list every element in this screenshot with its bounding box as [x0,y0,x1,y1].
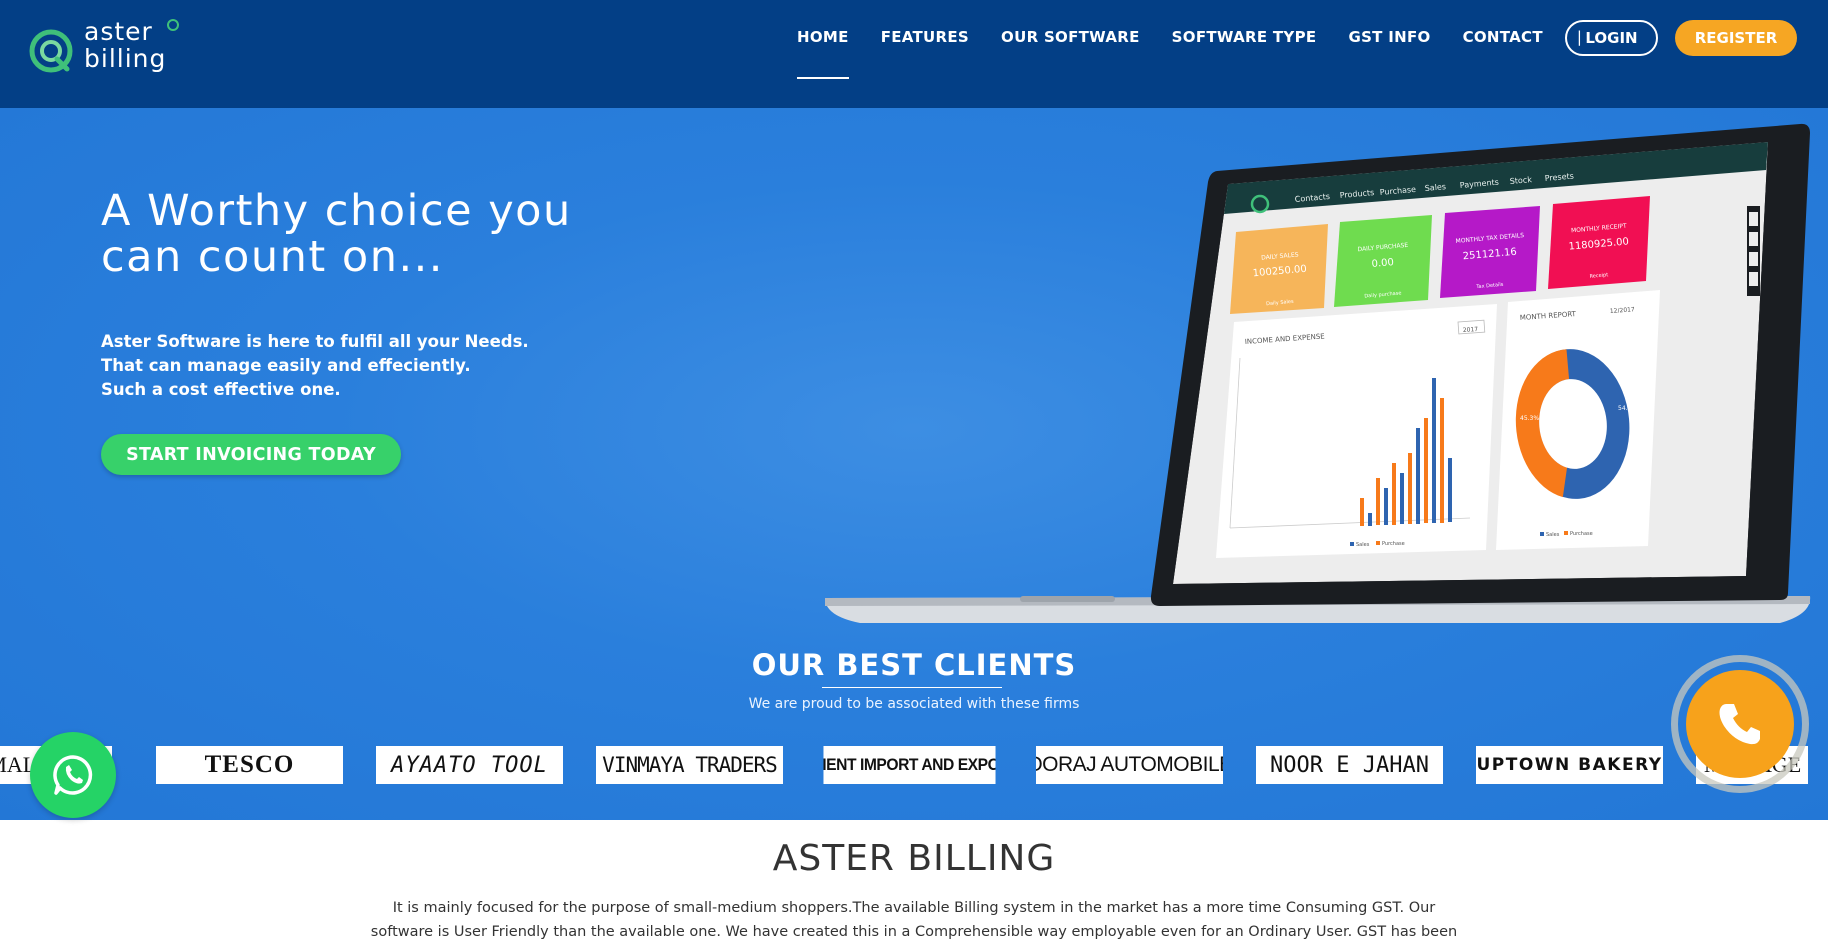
logo-dot-icon [167,19,179,31]
hero-title: A Worthy choice you can count on... [101,186,572,282]
bar-panel-year: 2017 [1463,326,1479,334]
client-logo[interactable]: TESCO [156,746,343,784]
nav-gst-info[interactable]: GST INFO [1348,28,1430,46]
bar-legend-label: Purchase [1382,541,1405,547]
clients-title-underline [822,687,1002,688]
nav-contact[interactable]: CONTACT [1463,28,1543,46]
dashboard-menu-item: Sales [1424,182,1446,193]
hero-description: Aster Software is here to fulfil all you… [101,330,529,402]
logo-mark-icon [29,29,73,73]
clients-subtitle: We are proud to be associated with these… [748,696,1080,712]
client-logo[interactable]: NOOR E JAHAN [1256,746,1443,784]
logo-line-1: aster [84,17,153,46]
hero-line-1: Aster Software is here to fulfil all you… [101,332,529,351]
call-button[interactable] [1686,670,1794,778]
donut-legend-label: Sales [1546,532,1560,538]
login-button[interactable]: LOGIN [1565,20,1658,56]
whatsapp-icon [53,755,93,795]
logo-line-2: billing [84,44,167,73]
start-invoicing-button[interactable]: START INVOICING TODAY [101,434,401,475]
client-logo[interactable]: UPTOWN BAKERY [1476,746,1663,784]
whatsapp-chat-button[interactable] [30,732,116,818]
client-logo[interactable]: ORIENT IMPORT AND EXPORT [823,746,996,784]
about-title: ASTER BILLING [772,838,1056,879]
aster-billing-logo[interactable]: aster billing [27,18,192,80]
about-text: It is mainly focused for the purpose of … [370,900,1458,940]
client-logo[interactable]: SOORAJ AUTOMOBILES [1036,746,1223,784]
card-value: 0.00 [1371,257,1394,270]
logo-wordmark: aster billing [84,18,166,72]
main-nav: HOME FEATURES OUR SOFTWARE SOFTWARE TYPE… [797,28,1615,79]
nav-features[interactable]: FEATURES [881,28,969,46]
clients-title: OUR BEST CLIENTS [751,648,1077,682]
client-logo[interactable]: AYAATO TOOL [376,746,563,784]
client-logos-carousel: MALL TESCO AYAATO TOOL VINMAYA TRADERS O… [0,746,1808,784]
client-logo[interactable]: VINMAYA TRADERS [596,746,783,784]
register-button[interactable]: REGISTER [1675,20,1797,56]
nav-software-type[interactable]: SOFTWARE TYPE [1172,28,1317,46]
donut-legend-label: Purchase [1570,531,1593,537]
hero-line-2: That can manage easily and effeciently. [101,356,471,375]
hero-line-3: Such a cost effective one. [101,380,341,399]
donut-label: 54.7% [1618,405,1637,412]
top-navbar: aster billing HOME FEATURES OUR SOFTWARE… [0,0,1828,108]
phone-icon [1719,704,1760,745]
donut-label: 45.3% [1520,415,1539,422]
laptop-dashboard-mockup: Contacts Products Purchase Sales Payment… [825,123,1811,623]
bar-legend-label: Sales [1356,542,1370,548]
hero-section: A Worthy choice you can count on... Aste… [0,108,1828,820]
nav-our-software[interactable]: OUR SOFTWARE [1001,28,1140,46]
nav-home[interactable]: HOME [797,28,849,79]
